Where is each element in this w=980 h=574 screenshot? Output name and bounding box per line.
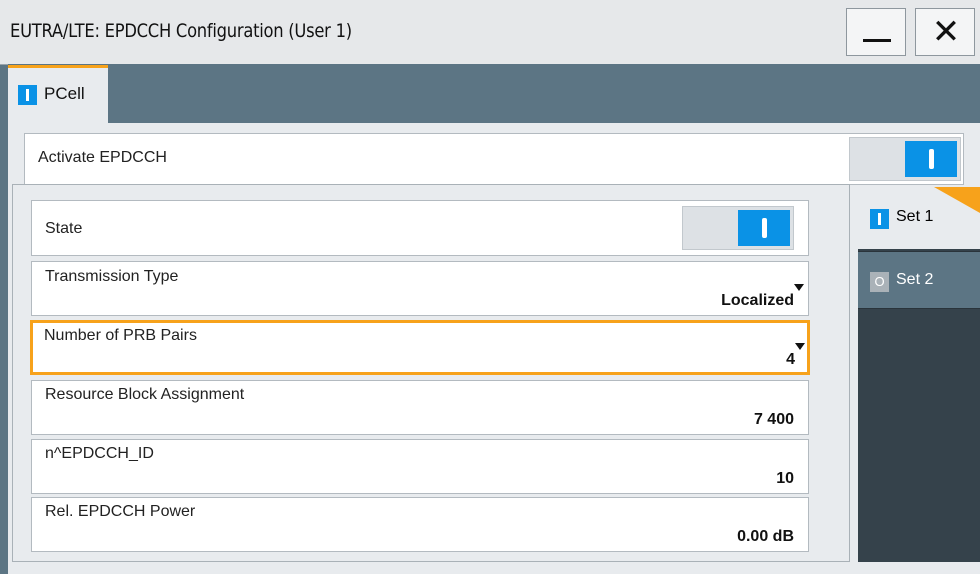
minimize-button[interactable]: [846, 8, 906, 56]
tab-set-1[interactable]: Set 1: [858, 187, 980, 249]
tab-pcell[interactable]: PCell: [8, 65, 108, 123]
n-epdcch-id-label: n^EPDCCH_ID: [45, 445, 154, 462]
tab-label: PCell: [44, 84, 85, 103]
transmission-type-label: Transmission Type: [45, 268, 179, 285]
state-label: State: [45, 220, 83, 237]
activate-epdcch-toggle[interactable]: [849, 137, 961, 181]
minimize-icon: [863, 39, 891, 42]
dialog-window: EUTRA/LTE: EPDCCH Configuration (User 1)…: [0, 0, 980, 574]
tab-set-1-label: Set 1: [896, 208, 934, 225]
activate-epdcch-row: Activate EPDCCH: [24, 133, 964, 185]
rb-assignment-field[interactable]: Resource Block Assignment 7 400: [31, 380, 809, 435]
title-bar: EUTRA/LTE: EPDCCH Configuration (User 1)…: [0, 0, 980, 65]
prb-pairs-field[interactable]: Number of PRB Pairs 4: [30, 320, 810, 375]
dropdown-arrow-icon: [794, 284, 804, 291]
on-indicator-icon: [905, 141, 957, 177]
on-indicator-icon: [870, 209, 889, 229]
prb-pairs-value: 4: [786, 351, 795, 368]
tab-set-2-label: Set 2: [896, 271, 934, 288]
rb-assignment-label: Resource Block Assignment: [45, 386, 245, 403]
close-button[interactable]: ✕: [915, 8, 975, 56]
prb-pairs-label: Number of PRB Pairs: [44, 327, 197, 344]
transmission-type-field[interactable]: Transmission Type Localized: [31, 261, 809, 316]
on-indicator-icon: [18, 85, 37, 105]
window-title: EUTRA/LTE: EPDCCH Configuration (User 1): [10, 20, 352, 42]
on-indicator-icon: [738, 210, 790, 246]
off-indicator-icon: O: [870, 272, 889, 292]
active-corner-marker: [934, 187, 980, 213]
dropdown-arrow-icon: [795, 343, 805, 350]
close-icon: ✕: [931, 12, 961, 52]
tab-strip: [8, 64, 980, 124]
transmission-type-value: Localized: [721, 292, 794, 309]
rel-epdcch-power-label: Rel. EPDCCH Power: [45, 503, 196, 520]
n-epdcch-id-field[interactable]: n^EPDCCH_ID 10: [31, 439, 809, 494]
rel-epdcch-power-field[interactable]: Rel. EPDCCH Power 0.00 dB: [31, 497, 809, 552]
activate-epdcch-label: Activate EPDCCH: [38, 149, 167, 166]
state-toggle[interactable]: [682, 206, 794, 250]
rb-assignment-value: 7 400: [753, 411, 794, 428]
tab-set-2[interactable]: O Set 2: [858, 251, 980, 309]
state-row: State: [31, 200, 809, 256]
rel-epdcch-power-value: 0.00 dB: [737, 528, 794, 545]
n-epdcch-id-value: 10: [776, 470, 794, 487]
